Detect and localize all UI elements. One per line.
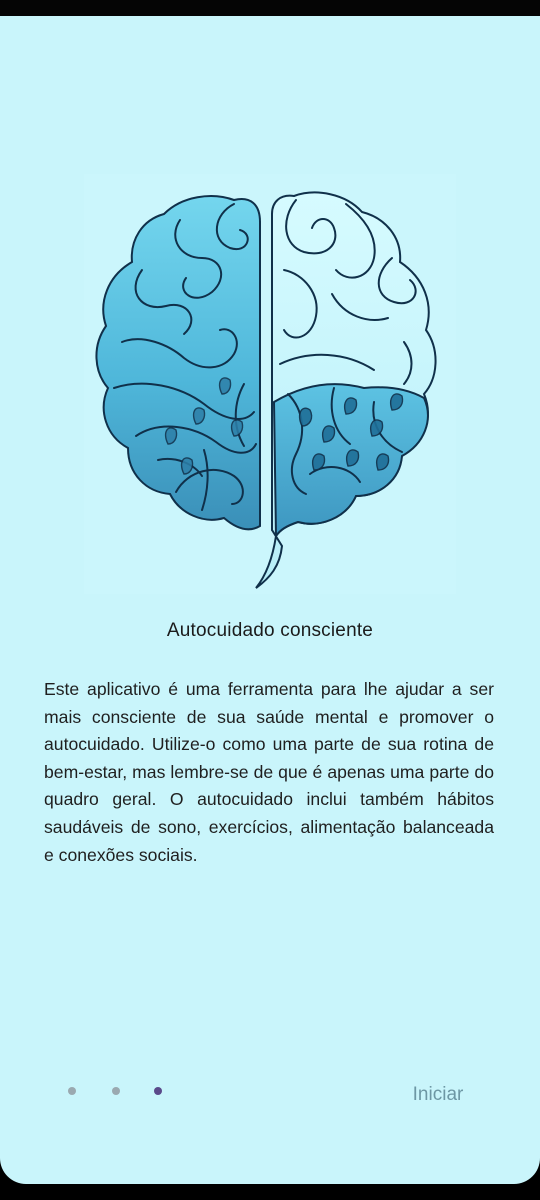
start-button[interactable]: Iniciar bbox=[396, 1080, 480, 1110]
status-bar bbox=[0, 0, 540, 16]
page-dot-2[interactable] bbox=[112, 1087, 120, 1095]
page-indicator bbox=[62, 1084, 172, 1098]
onboarding-screen: Autocuidado consciente Este aplicativo é… bbox=[0, 16, 540, 1184]
page-dot-3-active[interactable] bbox=[154, 1087, 162, 1095]
description-text: Este aplicativo é uma ferramenta para lh… bbox=[44, 679, 494, 865]
navigation-bar bbox=[0, 1184, 540, 1200]
page-title: Autocuidado consciente bbox=[166, 620, 374, 641]
brain-icon bbox=[84, 174, 456, 594]
page-dot-1[interactable] bbox=[68, 1087, 76, 1095]
